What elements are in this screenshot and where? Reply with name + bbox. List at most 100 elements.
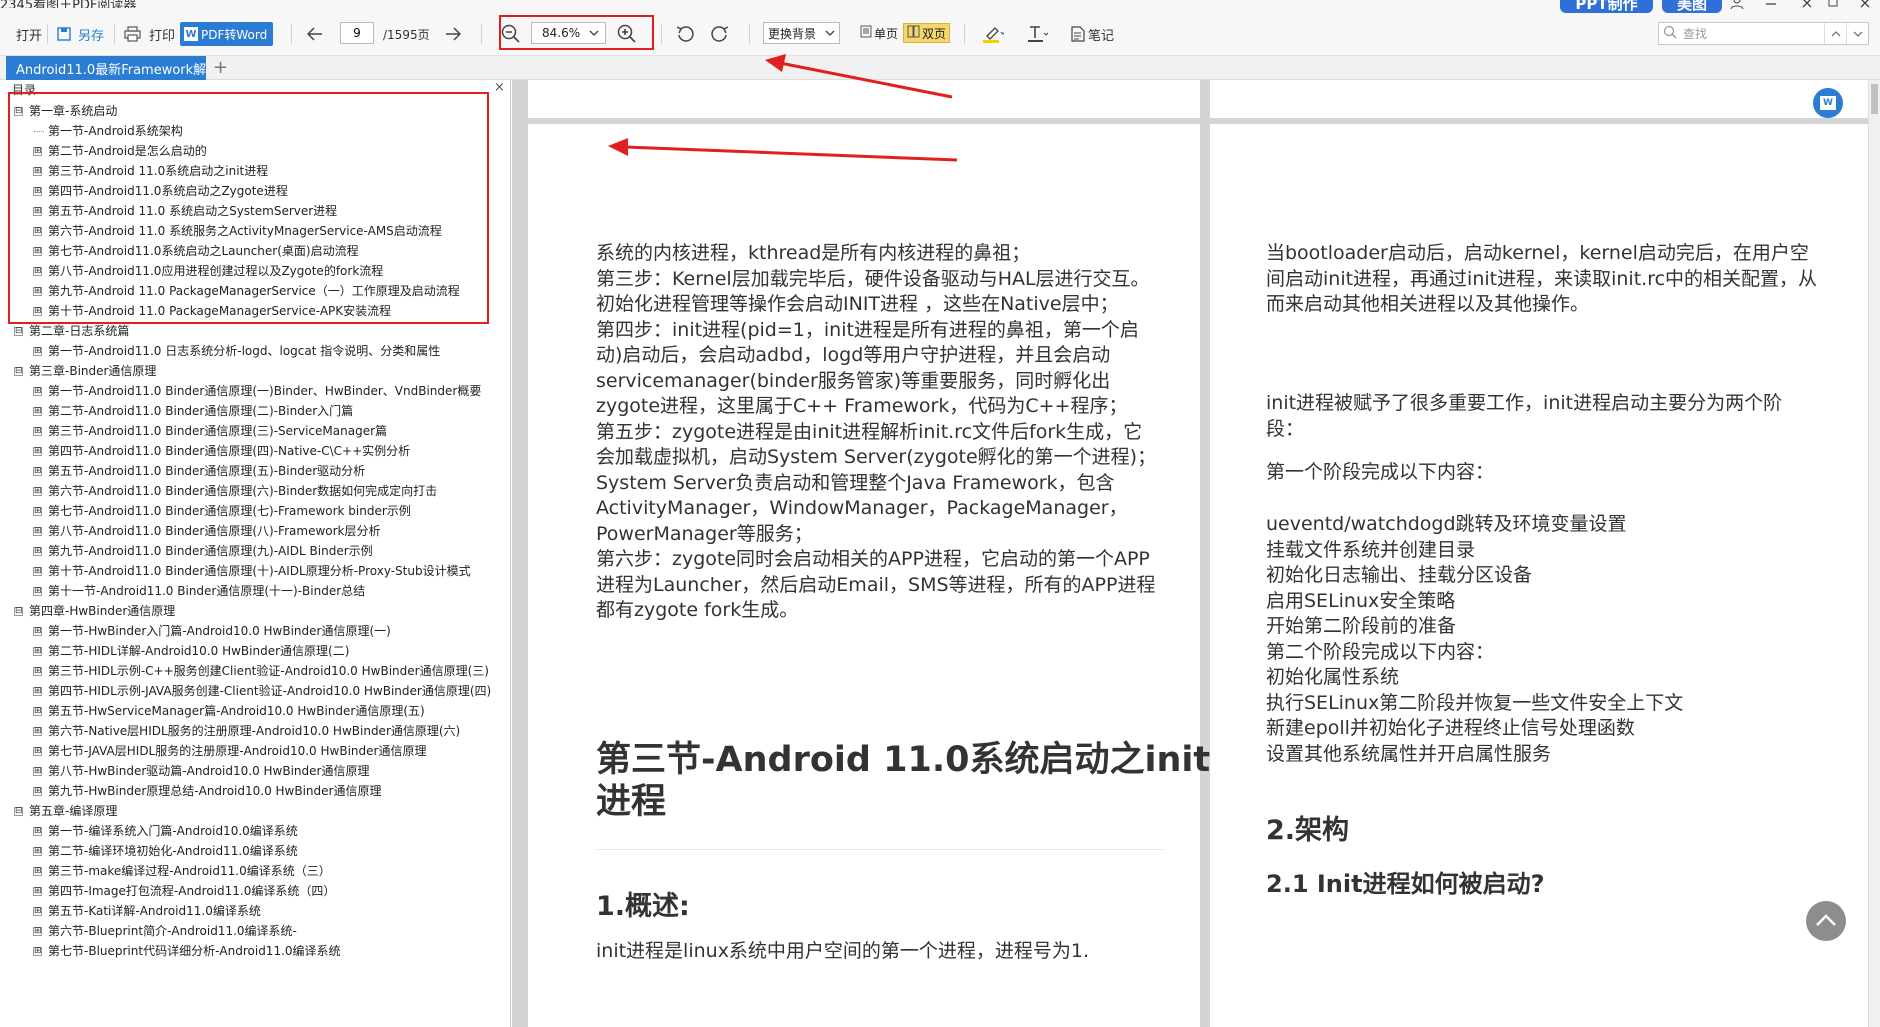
- text-tool-button[interactable]: [1027, 22, 1049, 46]
- add-tab-icon[interactable]: +: [213, 57, 228, 78]
- rotate-left-button[interactable]: [675, 22, 695, 46]
- toc-section[interactable]: ⊞ 第五节-Android11.0 Binder通信原理(五)-Binder驱动分…: [0, 461, 511, 481]
- expand-icon[interactable]: ⊞: [33, 907, 42, 916]
- change-background-select[interactable]: 更换背景: [763, 22, 840, 44]
- expand-icon[interactable]: ⊞: [33, 587, 42, 596]
- expand-icon[interactable]: ⊞: [33, 487, 42, 496]
- page-number-input[interactable]: [340, 22, 374, 44]
- expand-icon[interactable]: ⊞: [33, 947, 42, 956]
- toc-section[interactable]: ⊞ 第一节-Android11.0 Binder通信原理(一)Binder、HwB…: [0, 381, 511, 401]
- toc-section[interactable]: ⊞ 第十一节-Android11.0 Binder通信原理(十一)-Binder总…: [0, 581, 511, 601]
- search-next-icon[interactable]: [1846, 23, 1868, 44]
- toc-section[interactable]: ⊞ 第四节-HIDL示例-JAVA服务创建-Client验证-Android10.…: [0, 681, 511, 701]
- expand-icon[interactable]: ⊞: [33, 547, 42, 556]
- expand-icon[interactable]: ⊞: [33, 927, 42, 936]
- scrollbar-thumb[interactable]: [1871, 84, 1878, 114]
- expand-icon[interactable]: ⊞: [33, 627, 42, 636]
- scroll-to-top-button[interactable]: [1806, 901, 1846, 941]
- zoom-level-select[interactable]: 84.6%: [531, 22, 606, 44]
- collapse-icon[interactable]: ⊟: [14, 607, 23, 616]
- restore-icon[interactable]: [1826, 0, 1840, 13]
- toc-section[interactable]: ⊞ 第二节-编译环境初始化-Android11.0编译系统: [0, 841, 511, 861]
- toc-section[interactable]: ⊞ 第八节-Android11.0 Binder通信原理(八)-Framework…: [0, 521, 511, 541]
- toc-section[interactable]: ⊞ 第六节-Native层HIDL服务的注册原理-Android10.0 HwBi…: [0, 721, 511, 741]
- toc-section[interactable]: ⊞ 第一节-Android11.0 日志系统分析-logd、logcat 指令说明…: [0, 341, 511, 361]
- note-button[interactable]: 笔记: [1071, 22, 1114, 46]
- expand-icon[interactable]: ⊞: [33, 427, 42, 436]
- open-button[interactable]: 打开: [0, 22, 42, 46]
- collapse-icon[interactable]: ⊟: [14, 367, 23, 376]
- toc-section[interactable]: ⊞ 第七节-Blueprint代码详细分析-Android11.0编译系统: [0, 941, 511, 961]
- double-page-button[interactable]: 双页: [903, 23, 951, 43]
- search-box[interactable]: 查找: [1658, 22, 1869, 45]
- expand-icon[interactable]: ⊞: [33, 467, 42, 476]
- toc-section[interactable]: ⊞ 第四节-Image打包流程-Android11.0编译系统（四）: [0, 881, 511, 901]
- expand-icon[interactable]: ⊞: [33, 727, 42, 736]
- toc-section[interactable]: ⊞ 第八节-HwBinder驱动篇-Android10.0 HwBinder通信原…: [0, 761, 511, 781]
- toc-chapter[interactable]: ⊟ 第四章-HwBinder通信原理: [0, 601, 511, 621]
- collapse-icon[interactable]: ⊟: [14, 327, 23, 336]
- expand-icon[interactable]: ⊞: [33, 387, 42, 396]
- expand-icon[interactable]: ⊞: [33, 787, 42, 796]
- expand-icon[interactable]: ⊞: [33, 667, 42, 676]
- toc-section[interactable]: ⊞ 第三节-HIDL示例-C++服务创建Client验证-Android10.0 …: [0, 661, 511, 681]
- close-icon[interactable]: [1858, 0, 1872, 13]
- document-viewer[interactable]: 系统的内核进程，kthread是所有内核进程的鼻祖； 第三步：Kernel层加载完…: [512, 80, 1868, 1027]
- minimize-icon[interactable]: [1764, 0, 1778, 13]
- expand-icon[interactable]: ⊞: [33, 567, 42, 576]
- toc-section[interactable]: ⊞ 第五节-Kati详解-Android11.0编译系统: [0, 901, 511, 921]
- expand-icon[interactable]: ⊞: [33, 827, 42, 836]
- prev-page-button[interactable]: [307, 22, 323, 46]
- toc-section[interactable]: ⊞ 第一节-HwBinder入门篇-Android10.0 HwBinder通信原…: [0, 621, 511, 641]
- collapse-icon[interactable]: ⊟: [14, 807, 23, 816]
- highlighter-button[interactable]: [982, 22, 1004, 46]
- single-page-button[interactable]: 单页: [857, 23, 901, 43]
- ppt-make-button[interactable]: PPT制作: [1560, 0, 1653, 13]
- toc-section[interactable]: ⊞ 第二节-HIDL详解-Android10.0 HwBinder通信原理(二): [0, 641, 511, 661]
- toc-section[interactable]: ⊞ 第六节-Blueprint简介-Android11.0编译系统-: [0, 921, 511, 941]
- toc-section[interactable]: ⊞ 第六节-Android11.0 Binder通信原理(六)-Binder数据如…: [0, 481, 511, 501]
- expand-icon[interactable]: ⊞: [33, 887, 42, 896]
- vertical-scrollbar[interactable]: [1868, 80, 1880, 1027]
- expand-icon[interactable]: ⊞: [33, 447, 42, 456]
- saveas-button[interactable]: 另存: [56, 22, 104, 46]
- pdf-to-word-button[interactable]: W PDF转Word: [180, 22, 274, 46]
- user-icon[interactable]: [1728, 0, 1746, 13]
- toc-section[interactable]: ⊞ 第一节-编译系统入门篇-Android10.0编译系统: [0, 821, 511, 841]
- toc-chapter[interactable]: ⊟ 第五章-编译原理: [0, 801, 511, 821]
- toc-section[interactable]: ⊞ 第五节-HwServiceManager篇-Android10.0 HwBin…: [0, 701, 511, 721]
- toc-section[interactable]: ⊞ 第九节-HwBinder原理总结-Android10.0 HwBinder通信…: [0, 781, 511, 801]
- expand-icon[interactable]: ⊞: [33, 687, 42, 696]
- toc-section[interactable]: ⊞ 第七节-JAVA层HIDL服务的注册原理-Android10.0 HwBind…: [0, 741, 511, 761]
- expand-icon[interactable]: ⊞: [33, 847, 42, 856]
- expand-icon[interactable]: ⊞: [33, 707, 42, 716]
- zoom-out-button[interactable]: [501, 22, 521, 46]
- expand-icon[interactable]: ⊞: [33, 647, 42, 656]
- toc-section[interactable]: ⊞ 第七节-Android11.0 Binder通信原理(七)-Framework…: [0, 501, 511, 521]
- expand-icon[interactable]: ⊞: [33, 507, 42, 516]
- document-tab[interactable]: Android11.0最新Framework解: [6, 56, 206, 80]
- toc-section[interactable]: ⊞ 第三节-make编译过程-Android11.0编译系统（三）: [0, 861, 511, 881]
- meitu-button[interactable]: 美图: [1662, 0, 1722, 13]
- close-window-icon[interactable]: [1800, 0, 1814, 13]
- search-prev-icon[interactable]: [1824, 23, 1846, 44]
- toc-chapter[interactable]: ⊟ 第二章-日志系统篇: [0, 321, 511, 341]
- toc-chapter[interactable]: ⊟ 第三章-Binder通信原理: [0, 361, 511, 381]
- toc-section[interactable]: ⊞ 第四节-Android11.0 Binder通信原理(四)-Native-C\…: [0, 441, 511, 461]
- expand-icon[interactable]: ⊞: [33, 747, 42, 756]
- toc-section[interactable]: ⊞ 第九节-Android11.0 Binder通信原理(九)-AIDL Bind…: [0, 541, 511, 561]
- search-input[interactable]: 查找: [1683, 25, 1707, 42]
- toc-section[interactable]: ⊞ 第二节-Android11.0 Binder通信原理(二)-Binder入门篇: [0, 401, 511, 421]
- rotate-right-button[interactable]: [710, 22, 730, 46]
- toc-section[interactable]: ⊞ 第三节-Android11.0 Binder通信原理(三)-ServiceMa…: [0, 421, 511, 441]
- expand-icon[interactable]: ⊞: [33, 767, 42, 776]
- expand-icon[interactable]: ⊞: [33, 347, 42, 356]
- expand-icon[interactable]: ⊞: [33, 527, 42, 536]
- toc-section[interactable]: ⊞ 第十节-Android11.0 Binder通信原理(十)-AIDL原理分析-…: [0, 561, 511, 581]
- print-button[interactable]: 打印: [124, 22, 175, 46]
- zoom-in-button[interactable]: [617, 22, 637, 46]
- next-page-button[interactable]: [445, 22, 461, 46]
- expand-icon[interactable]: ⊞: [33, 867, 42, 876]
- close-icon[interactable]: ×: [494, 80, 505, 95]
- word-float-button[interactable]: W: [1813, 88, 1843, 118]
